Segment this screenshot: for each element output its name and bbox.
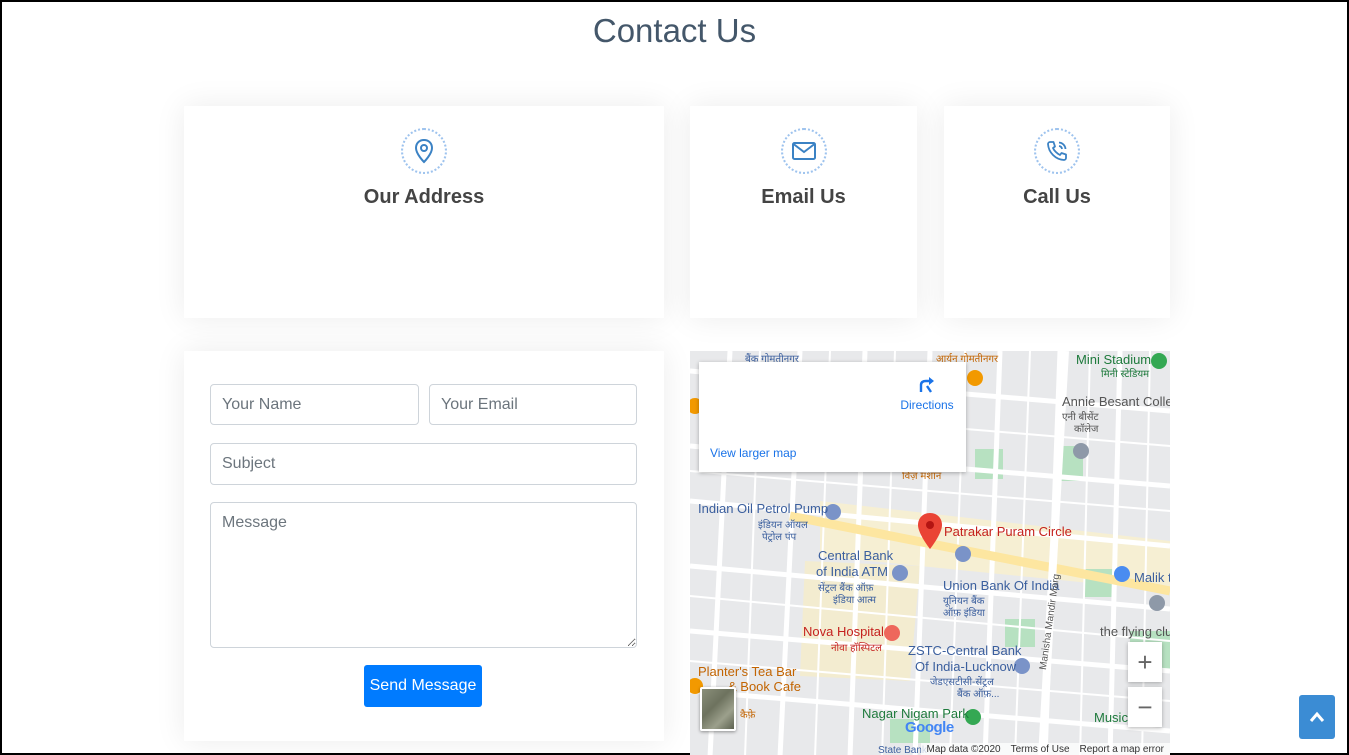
call-icon-circle (1034, 128, 1080, 174)
satellite-toggle[interactable] (700, 687, 736, 731)
map-label-zstc-2: Of India-Lucknow (915, 659, 1017, 674)
map-label-central-bank-hi2: इंडिया आत्म (833, 595, 877, 606)
terms-link[interactable]: Terms of Use (1011, 744, 1070, 755)
subject-input[interactable] (210, 443, 637, 485)
google-map[interactable]: बैंक गोमतीनगर आर्यन गोमतीनगर Mini Stadiu… (690, 351, 1170, 755)
map-label-mini-stadium: Mini Stadium (1076, 352, 1152, 367)
page-title: Contact Us (592, 12, 757, 49)
map-label-planters-hi: कैफ़े (740, 710, 756, 721)
map-label-indian-oil: Indian Oil Petrol Pump (698, 501, 829, 516)
map-label-zstc-hi2: बैंक ऑफ़... (957, 689, 1000, 700)
map-label-planters-2: & Book Cafe (728, 679, 801, 694)
map-label-nova: Nova Hospital (803, 624, 884, 639)
email-input[interactable] (429, 384, 637, 425)
email-icon-circle (780, 128, 827, 174)
map-label-indian-oil-hi2: पेट्रोल पंप (762, 532, 797, 543)
back-to-top-button[interactable] (1299, 695, 1335, 739)
map-info-panel: Directions View larger map (699, 362, 966, 472)
map-label-patrakar: Patrakar Puram Circle (944, 524, 1072, 539)
map-label-union-bank: Union Bank Of India (943, 578, 1060, 593)
google-logo-text: Google (905, 719, 954, 736)
email-card: Email Us (690, 106, 917, 318)
map-label-flying-club: the flying clu (1100, 624, 1170, 639)
zoom-out-button[interactable]: − (1128, 687, 1162, 727)
map-label-planters-1: Planter's Tea Bar (698, 664, 797, 679)
message-textarea[interactable] (210, 502, 637, 648)
google-logo: Google (905, 719, 954, 736)
call-title: Call Us (1023, 186, 1091, 208)
envelope-icon (791, 142, 816, 160)
map-data-credit: Map data ©2020 (926, 744, 1001, 755)
map-footer: Map data ©2020 Terms of Use Report a map… (920, 743, 1170, 755)
chevron-up-icon (1309, 711, 1325, 722)
address-title: Our Address (363, 186, 485, 208)
view-larger-map-link[interactable]: View larger map (710, 446, 796, 460)
name-input[interactable] (210, 384, 419, 425)
phone-icon (1047, 141, 1067, 161)
map-label-union-bank-hi2: ऑफ़ इंडिया (943, 608, 985, 619)
map-label-malik: Malik t (1134, 570, 1170, 585)
map-label-central-bank-2: of India ATM (816, 564, 889, 579)
map-label-zstc-1: ZSTC-Central Bank (908, 643, 1022, 658)
contact-form: Send Message (184, 351, 664, 741)
address-icon-circle (401, 128, 447, 174)
map-pin-icon (414, 138, 434, 164)
map-label-music: Music (1094, 710, 1128, 725)
map-label-annie-besant-hi2: कॉलेज (1074, 424, 1099, 435)
directions-icon (919, 377, 934, 393)
map-label-annie-besant: Annie Besant Colleg (1062, 394, 1170, 409)
zoom-in-button[interactable]: + (1128, 642, 1162, 682)
map-label-central-bank-1: Central Bank (818, 548, 894, 563)
call-card: Call Us (944, 106, 1170, 318)
send-message-button[interactable]: Send Message (364, 665, 482, 707)
report-error-link[interactable]: Report a map error (1080, 744, 1164, 755)
directions-label: Directions (900, 398, 954, 412)
map-label-nova-hi: नोवा हॉस्पिटल (831, 643, 882, 654)
address-card: Our Address (184, 106, 664, 318)
directions-link[interactable]: Directions (897, 374, 957, 412)
email-title: Email Us (761, 186, 846, 208)
map-label-mini-stadium-hi: मिनी स्टेडियम (1101, 369, 1150, 380)
